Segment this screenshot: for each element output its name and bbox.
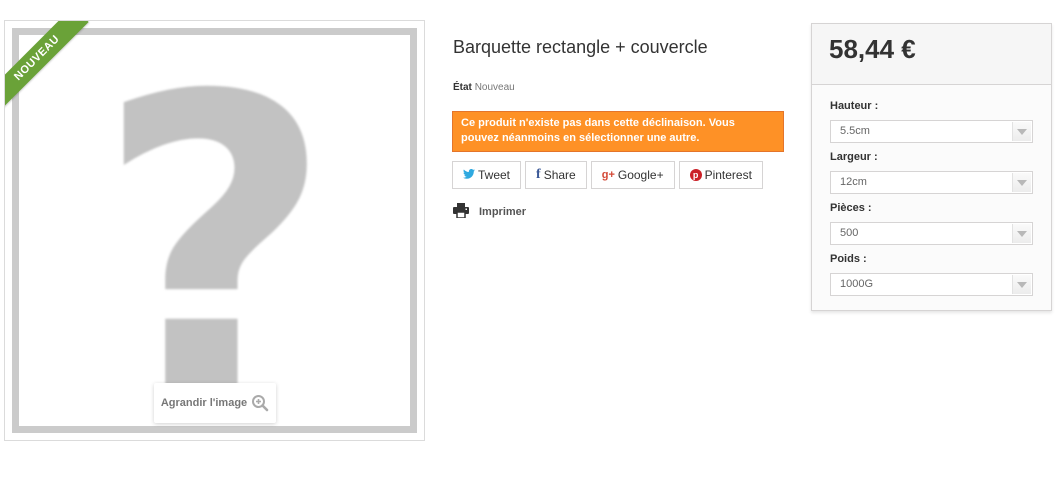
condition-label: État: [453, 82, 472, 93]
tweet-label: Tweet: [478, 168, 511, 182]
pinterest-button[interactable]: p Pinterest: [678, 161, 763, 189]
product-condition: État Nouveau: [453, 82, 515, 93]
share-button[interactable]: f Share: [525, 161, 587, 189]
google-plus-icon: g+: [601, 169, 615, 181]
product-title: Barquette rectangle + couvercle: [453, 37, 708, 57]
chevron-down-icon: [1012, 122, 1031, 141]
chevron-down-icon: [1012, 275, 1031, 294]
chevron-down-icon: [1012, 173, 1031, 192]
new-badge-label: Nouveau: [5, 21, 89, 110]
attribute-list: Hauteur : 5.5cm Largeur : 12cm Pièces : …: [812, 85, 1051, 296]
attribute-label-largeur: Largeur :: [830, 151, 878, 163]
print-label: Imprimer: [479, 206, 527, 218]
enlarge-image-label: Agrandir l'image: [160, 397, 248, 409]
product-image-block: Nouveau ? Agrandir l'image: [4, 20, 425, 453]
enlarge-image-button[interactable]: Agrandir l'image: [154, 383, 276, 423]
attribute-label-pieces: Pièces :: [830, 202, 872, 214]
price-box: 58,44 € Hauteur : 5.5cm Largeur : 12cm P…: [811, 23, 1052, 311]
product-price: 58,44 €: [829, 34, 916, 64]
condition-value: Nouveau: [474, 82, 515, 93]
google-plus-button[interactable]: g+ Google+: [590, 161, 675, 189]
poids-select-value: 1000G: [840, 278, 874, 290]
pieces-select-value: 500: [840, 227, 859, 239]
availability-warning: Ce produit n'existe pas dans cette décli…: [452, 111, 784, 152]
tweet-button[interactable]: Tweet: [452, 161, 522, 189]
hauteur-select-value: 5.5cm: [840, 125, 870, 137]
printer-icon: [453, 203, 469, 221]
price-area: 58,44 €: [812, 24, 1051, 85]
zoom-in-icon: [251, 394, 269, 412]
social-share-buttons: Tweet f Share g+ Google+ p Pinterest: [452, 161, 763, 189]
pinterest-icon: p: [689, 169, 702, 181]
chevron-down-icon: [1012, 224, 1031, 243]
pieces-select[interactable]: 500: [830, 222, 1033, 245]
print-link[interactable]: Imprimer: [453, 203, 526, 221]
largeur-select-value: 12cm: [840, 176, 867, 188]
facebook-icon: f: [536, 167, 541, 182]
hauteur-select[interactable]: 5.5cm: [830, 120, 1033, 143]
twitter-icon: [463, 168, 475, 182]
attribute-label-poids: Poids :: [830, 253, 867, 265]
google-plus-label: Google+: [617, 168, 664, 182]
new-badge: Nouveau: [5, 21, 95, 111]
attribute-label-hauteur: Hauteur :: [830, 100, 879, 112]
poids-select[interactable]: 1000G: [830, 273, 1033, 296]
share-label: Share: [543, 168, 576, 182]
largeur-select[interactable]: 12cm: [830, 171, 1033, 194]
pinterest-label: Pinterest: [704, 168, 752, 182]
